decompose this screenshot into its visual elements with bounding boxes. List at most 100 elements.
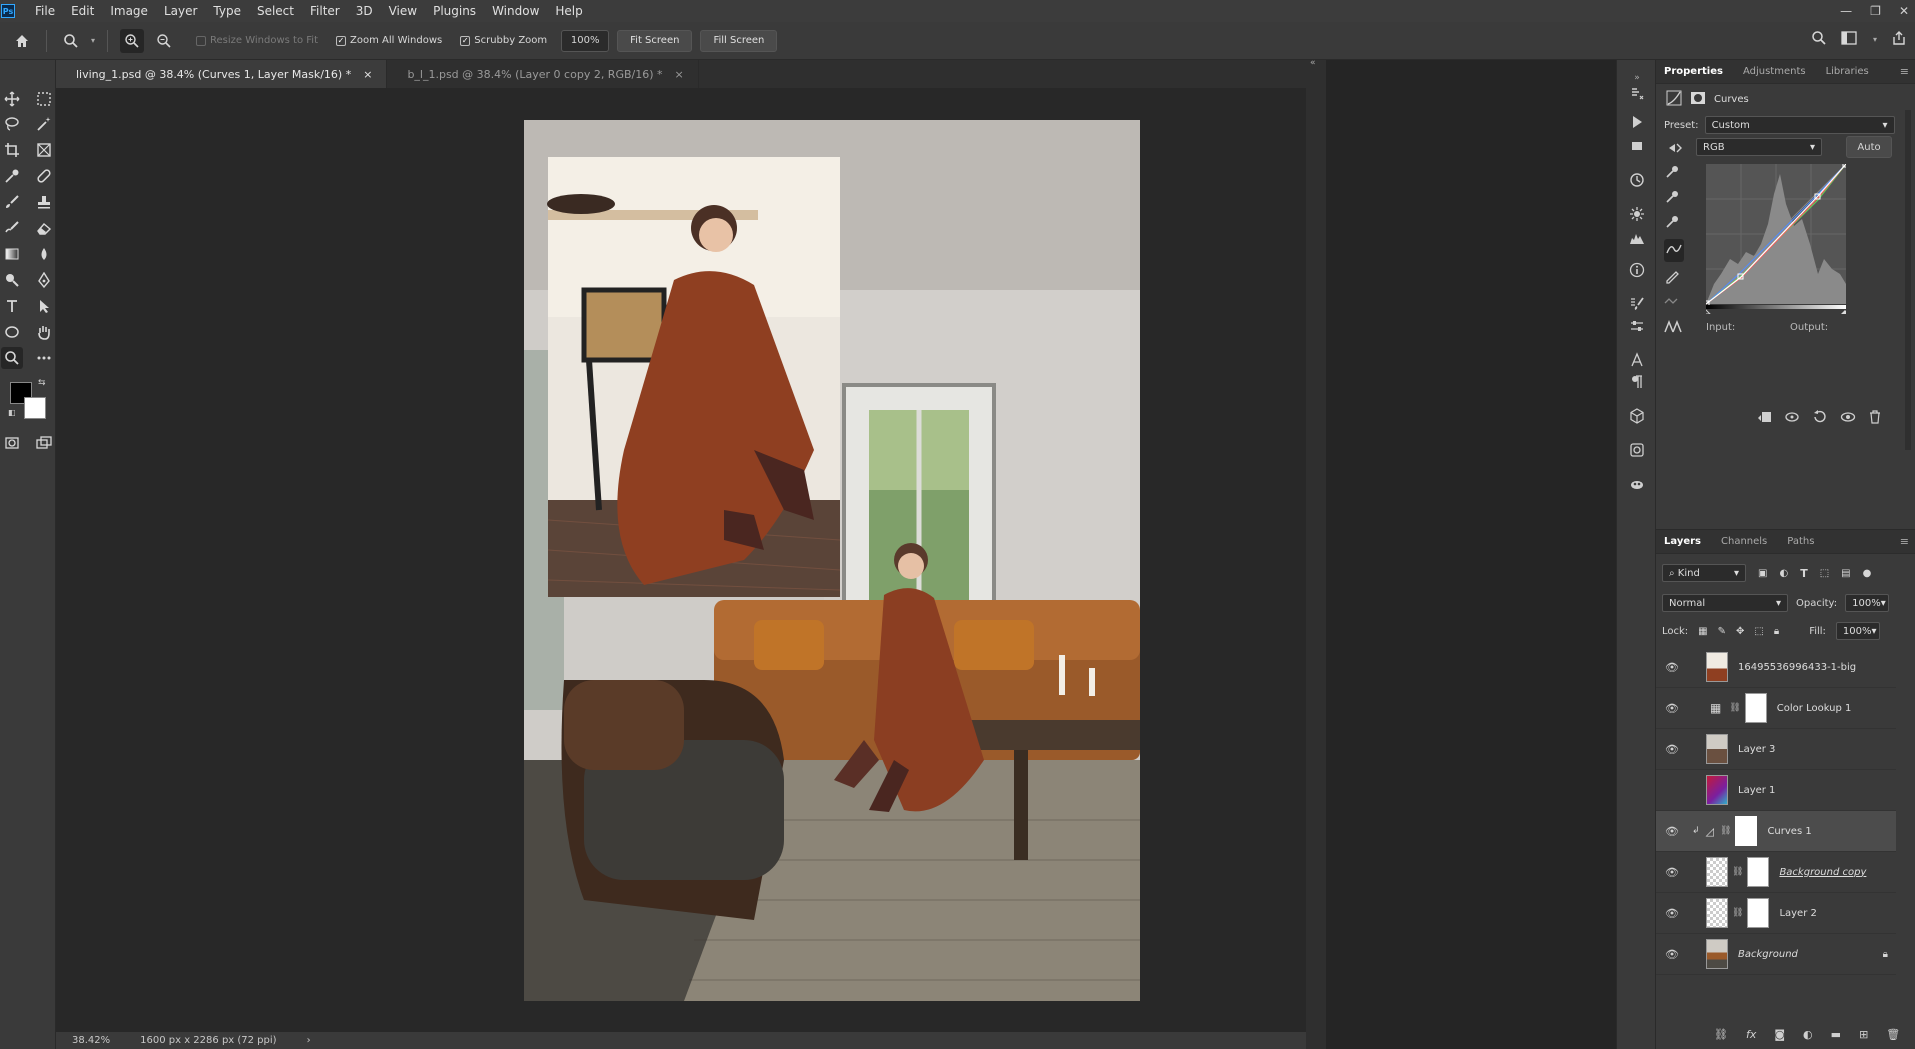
delete-layer-icon[interactable]: 🗑︎ [1886, 1028, 1900, 1041]
tab-living-1[interactable]: living_1.psd @ 38.4% (Curves 1, Layer Ma… [56, 60, 388, 88]
move-tool-icon[interactable] [1, 88, 23, 110]
opacity-field[interactable]: 100% ▾ [1845, 594, 1890, 612]
menu-edit[interactable]: Edit [63, 0, 102, 22]
screen-mode-icon[interactable] [33, 432, 55, 454]
crop-tool-icon[interactable] [1, 139, 23, 161]
tab-paths[interactable]: Paths [1787, 530, 1814, 554]
panel-menu-icon[interactable]: ≡ [1900, 65, 1909, 78]
layer-name[interactable]: Color Lookup 1 [1777, 703, 1852, 714]
on-image-adjust-icon[interactable] [1666, 140, 1684, 159]
layer-row[interactable]: 👁︎ ⛓︎ Background copy [1656, 852, 1896, 893]
zoom-in-icon[interactable] [120, 28, 145, 53]
link-layers-icon[interactable]: ⛓︎ [1714, 1028, 1728, 1041]
default-colors-icon[interactable]: ◧ [8, 408, 16, 417]
layer-name[interactable]: Layer 3 [1738, 744, 1775, 755]
hand-tool-icon[interactable] [33, 321, 55, 343]
lock-artboard-icon[interactable]: ⬚ [1754, 626, 1763, 637]
3d-cube-icon[interactable] [1627, 406, 1647, 426]
quick-mask-icon[interactable] [1, 432, 23, 454]
toggle-visibility-icon[interactable] [1840, 410, 1856, 427]
background-color-swatch[interactable] [24, 397, 46, 419]
layer-row[interactable]: 👁︎ Layer 3 [1656, 729, 1896, 770]
draw-pencil-icon[interactable] [1664, 268, 1684, 287]
lock-position-icon[interactable]: ✥ [1736, 626, 1744, 637]
scrubby-zoom-checkbox[interactable]: ✓ Scrubby Zoom [460, 35, 547, 46]
tab-layers[interactable]: Layers [1664, 530, 1701, 554]
menu-image[interactable]: Image [102, 0, 156, 22]
clipping-warning-icon[interactable] [1664, 318, 1684, 337]
tab-libraries[interactable]: Libraries [1826, 60, 1869, 84]
layer-mask-thumbnail[interactable] [1744, 693, 1767, 723]
properties-scrollbar[interactable] [1905, 110, 1911, 450]
zoom-tool-icon[interactable] [1, 347, 23, 369]
eye-icon[interactable]: 👁︎ [1656, 907, 1688, 920]
layer-name[interactable]: Layer 2 [1779, 908, 1816, 919]
blur-tool-icon[interactable] [33, 243, 55, 265]
layer-row[interactable]: ▢ Layer 1 [1656, 770, 1896, 811]
layer-name[interactable]: Background copy [1779, 867, 1866, 878]
layer-row-selected[interactable]: 👁︎ ↲ ◿ ⛓︎ Curves 1 [1656, 811, 1896, 852]
eye-icon[interactable]: 👁︎ [1656, 702, 1688, 715]
filter-shape-icon[interactable]: ⬚ [1820, 568, 1829, 579]
filter-type-icon[interactable]: T [1800, 567, 1808, 580]
view-previous-state-icon[interactable] [1784, 410, 1800, 427]
layer-mask-thumbnail[interactable] [1747, 898, 1770, 928]
paragraph-icon[interactable] [1627, 372, 1647, 392]
lock-image-icon[interactable]: ✎ [1718, 626, 1726, 637]
close-tab-icon[interactable]: × [363, 68, 372, 81]
eye-icon[interactable]: 👁︎ [1656, 825, 1688, 838]
adjustments-sliders-icon[interactable] [1627, 316, 1647, 336]
layer-name[interactable]: Layer 1 [1738, 785, 1775, 796]
eye-icon[interactable]: 👁︎ [1656, 948, 1688, 961]
healing-brush-tool-icon[interactable] [33, 165, 55, 187]
preset-dropdown[interactable]: Custom ▾ [1704, 116, 1895, 134]
eye-icon[interactable]: 👁︎ [1656, 661, 1688, 674]
more-tools-icon[interactable] [33, 347, 55, 369]
collapse-panels-icon[interactable]: « [1310, 58, 1316, 68]
eyedropper-tool-icon[interactable] [1, 165, 23, 187]
zoom-all-windows-checkbox[interactable]: ✓ Zoom All Windows [336, 35, 442, 46]
eye-hidden-icon[interactable]: ▢ [1656, 784, 1688, 797]
layer-row[interactable]: 👁︎ 16495536996433-1-big [1656, 647, 1896, 688]
layer-name[interactable]: Background [1738, 949, 1798, 960]
tab-adjustments[interactable]: Adjustments [1743, 60, 1806, 84]
link-icon[interactable]: ⛓︎ [1729, 703, 1740, 713]
eye-icon[interactable]: 👁︎ [1656, 743, 1688, 756]
brush-settings-icon[interactable] [1627, 294, 1647, 314]
dodge-tool-icon[interactable] [1, 269, 23, 291]
menu-window[interactable]: Window [484, 0, 547, 22]
link-icon[interactable]: ⛓︎ [1720, 826, 1731, 836]
document-canvas[interactable] [524, 120, 1140, 1001]
stamp-tool-icon[interactable] [33, 191, 55, 213]
menu-file[interactable]: File [27, 0, 63, 22]
filter-pixel-icon[interactable]: ▣ [1758, 568, 1767, 579]
eraser-tool-icon[interactable] [33, 217, 55, 239]
filter-smart-object-icon[interactable]: ▤ [1841, 568, 1850, 579]
menu-type[interactable]: Type [205, 0, 249, 22]
menu-help[interactable]: Help [547, 0, 590, 22]
close-icon[interactable]: ✕ [1899, 4, 1909, 18]
timeline-icon[interactable] [1627, 136, 1647, 156]
edit-points-curve-icon[interactable] [1664, 239, 1684, 262]
status-zoom[interactable]: 38.42% [72, 1035, 110, 1046]
sample-black-eyedropper-icon[interactable] [1664, 164, 1684, 183]
blend-mode-dropdown[interactable]: Normal ▾ [1662, 594, 1788, 612]
menu-select[interactable]: Select [249, 0, 302, 22]
lasso-tool-icon[interactable] [1, 113, 23, 135]
menu-filter[interactable]: Filter [302, 0, 348, 22]
link-icon[interactable]: ⛓︎ [1732, 867, 1743, 877]
ellipse-tool-icon[interactable] [1, 321, 23, 343]
gradient-tool-icon[interactable] [1, 243, 23, 265]
history-brush-tool-icon[interactable] [1, 217, 23, 239]
new-adjustment-icon[interactable]: ◐ [1803, 1028, 1813, 1041]
home-icon[interactable] [10, 29, 34, 53]
libraries-cloud-icon[interactable] [1627, 474, 1647, 494]
clip-to-layer-icon[interactable] [1756, 410, 1772, 427]
fill-field[interactable]: 100% ▾ [1835, 622, 1880, 640]
layer-row[interactable]: 👁︎ ⛓︎ Layer 2 [1656, 893, 1896, 934]
status-menu-arrow[interactable]: › [307, 1035, 311, 1046]
lock-all-icon[interactable]: 🔒︎ [1774, 626, 1779, 637]
filter-adjustment-icon[interactable]: ◐ [1779, 568, 1788, 579]
smooth-curve-icon[interactable] [1664, 293, 1684, 312]
marquee-tool-icon[interactable] [33, 88, 55, 110]
